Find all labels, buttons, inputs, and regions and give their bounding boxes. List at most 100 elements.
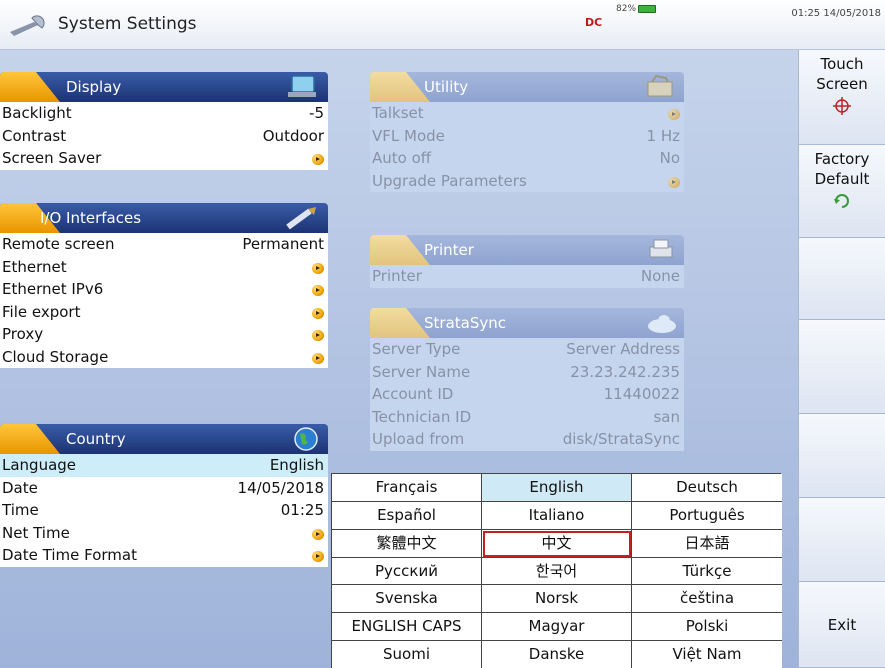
language-option[interactable]: 中文	[482, 529, 632, 558]
language-option[interactable]: Türkçe	[632, 557, 782, 586]
language-value: English	[269, 456, 324, 474]
language-option[interactable]: Svenska	[332, 585, 482, 614]
stratasync-servername-row: Server Name 23.23.242.235	[370, 360, 684, 383]
utility-vfl-row: VFL Mode 1 Hz	[370, 124, 684, 147]
header-wedge	[370, 308, 430, 338]
printer-icon	[649, 239, 673, 258]
country-panel: Country Language English Date 14/05/2018 T…	[0, 424, 328, 567]
stratasync-account-row: Account ID 11440022	[370, 383, 684, 406]
exit-label: Exit	[827, 616, 857, 634]
display-screensaver-row[interactable]: Screen Saver	[0, 147, 328, 170]
language-option[interactable]: Español	[332, 501, 482, 530]
upgrade-parameters-label: Upgrade Parameters	[372, 171, 527, 190]
printer-header: Printer	[370, 235, 684, 265]
monitor-icon	[288, 75, 316, 97]
touch-screen-button[interactable]: Touch Screen	[798, 50, 885, 145]
remote-screen-label: Remote screen	[2, 235, 115, 253]
dc-power-icon: DC	[585, 16, 603, 29]
stratasync-technician-row: Technician ID san	[370, 405, 684, 428]
language-option[interactable]: čeština	[632, 585, 782, 614]
utility-title: Utility	[424, 78, 469, 96]
submenu-arrow-icon	[312, 262, 324, 274]
header-wedge	[0, 424, 60, 454]
language-option[interactable]: 한국어	[482, 557, 632, 586]
language-option[interactable]: 日本語	[632, 529, 782, 558]
language-popup: Français English Deutsch Español Italiano Por…	[331, 473, 782, 668]
language-option[interactable]: Русский	[332, 557, 482, 586]
io-cloud-row[interactable]: Cloud Storage	[0, 345, 328, 368]
contrast-label: Contrast	[2, 126, 67, 145]
io-header: I/O Interfaces	[0, 203, 328, 233]
function-key-5[interactable]	[798, 414, 885, 498]
battery-level: 82%	[616, 4, 637, 14]
stratasync-title: StrataSync	[424, 314, 506, 332]
language-option[interactable]: Italiano	[482, 501, 632, 530]
language-option[interactable]: Magyar	[482, 613, 632, 642]
io-remote-row[interactable]: Remote screen Permanent	[0, 233, 328, 256]
io-proxy-row[interactable]: Proxy	[0, 323, 328, 346]
language-option[interactable]: Português	[632, 501, 782, 530]
screensaver-label: Screen Saver	[2, 149, 102, 167]
printer-label: Printer	[372, 267, 422, 285]
page-title: System Settings	[58, 14, 197, 34]
language-option[interactable]: Deutsch	[632, 474, 782, 502]
ethernet-label: Ethernet	[2, 257, 67, 276]
account-id-label: Account ID	[372, 385, 454, 403]
language-option[interactable]: ENGLISH CAPS	[332, 613, 482, 642]
language-label: Language	[2, 456, 77, 474]
io-ethernet-row[interactable]: Ethernet	[0, 255, 328, 278]
submenu-arrow-icon	[668, 109, 680, 120]
stratasync-header: StrataSync	[370, 308, 684, 338]
country-time-row[interactable]: Time 01:25	[0, 499, 328, 522]
upload-from-label: Upload from	[372, 430, 465, 448]
reset-icon	[834, 194, 849, 208]
talkset-label: Talkset	[372, 104, 424, 122]
language-option[interactable]: Norsk	[482, 585, 632, 614]
upload-from-value: disk/StrataSync	[562, 430, 680, 448]
language-option[interactable]: Việt Nam	[632, 641, 782, 668]
language-option[interactable]: Polski	[632, 613, 782, 642]
display-backlight-row[interactable]: Backlight -5	[0, 102, 328, 125]
io-export-row[interactable]: File export	[0, 300, 328, 323]
date-label: Date	[2, 478, 38, 497]
stratasync-upload-row: Upload from disk/StrataSync	[370, 428, 684, 451]
function-key-3[interactable]	[798, 238, 885, 320]
exit-button[interactable]: Exit	[798, 582, 885, 668]
io-ipv6-row[interactable]: Ethernet IPv6	[0, 278, 328, 301]
language-option[interactable]: English	[482, 474, 632, 502]
display-header: Display	[0, 72, 328, 102]
technician-id-value: san	[653, 407, 680, 426]
country-nettime-row[interactable]: Net Time	[0, 521, 328, 544]
factory-default-button[interactable]: Factory Default	[798, 145, 885, 238]
cloud-storage-label: Cloud Storage	[2, 347, 109, 366]
header-wedge	[0, 72, 60, 102]
utility-panel: Utility Talkset VFL Mode 1 Hz Auto off No …	[370, 72, 684, 192]
language-option[interactable]: Français	[332, 474, 482, 502]
function-key-6[interactable]	[798, 498, 885, 582]
account-id-value: 11440022	[603, 385, 680, 403]
server-name-value: 23.23.242.235	[570, 362, 680, 381]
display-panel: Display Backlight -5 Contrast Outdoor Scre…	[0, 72, 328, 170]
country-date-row[interactable]: Date 14/05/2018	[0, 476, 328, 499]
date-value: 14/05/2018	[237, 478, 324, 497]
toolbox-icon	[647, 74, 673, 97]
display-contrast-row[interactable]: Contrast Outdoor	[0, 124, 328, 147]
country-language-row[interactable]: Language English	[0, 454, 328, 477]
country-dtformat-row[interactable]: Date Time Format	[0, 544, 328, 567]
function-key-4[interactable]	[798, 320, 885, 414]
stratasync-panel: StrataSync Server Type Server Address Ser…	[370, 308, 684, 451]
country-header: Country	[0, 424, 328, 454]
language-option[interactable]: Suomi	[332, 641, 482, 668]
wrench-icon	[10, 15, 45, 36]
ethernet-ipv6-label: Ethernet IPv6	[2, 280, 104, 298]
io-panel: I/O Interfaces Remote screen Permanent Et…	[0, 203, 328, 368]
printer-panel: Printer Printer None	[370, 235, 684, 288]
language-option[interactable]: 繁體中文	[332, 529, 482, 558]
contrast-value: Outdoor	[262, 126, 324, 145]
touch-screen-label-2: Screen	[816, 75, 868, 93]
vfl-mode-label: VFL Mode	[372, 126, 445, 145]
printer-value: None	[640, 267, 680, 285]
stratasync-servertype-row: Server Type Server Address	[370, 338, 684, 361]
submenu-arrow-icon	[312, 285, 324, 296]
language-option[interactable]: Danske	[482, 641, 632, 668]
